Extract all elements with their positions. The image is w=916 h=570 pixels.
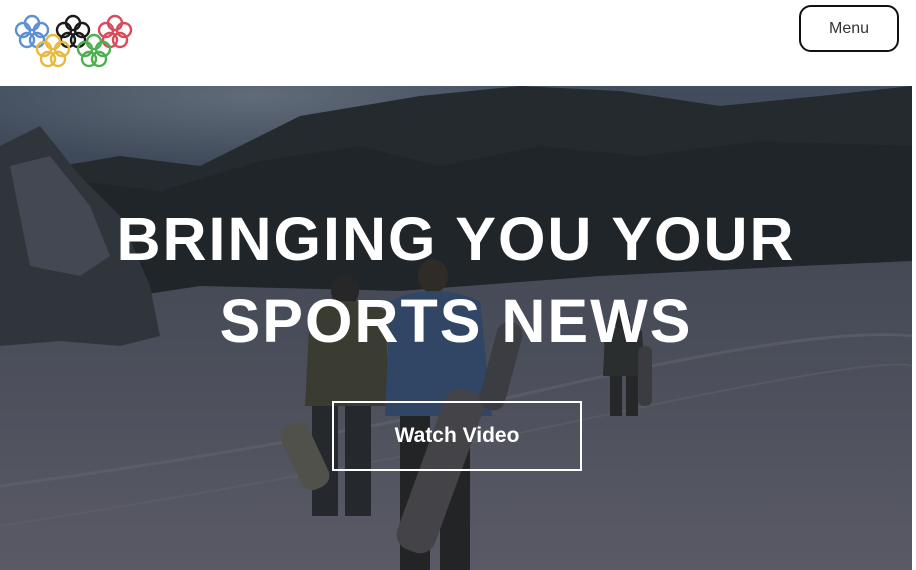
hero-section: BRINGING YOU YOUR SPORTS NEWS Watch Vide… bbox=[0, 86, 912, 570]
hero-title-line-1: BRINGING YOU YOUR bbox=[116, 205, 796, 273]
hero-title-line-2: SPORTS NEWS bbox=[219, 287, 693, 355]
menu-button[interactable]: Menu bbox=[799, 5, 899, 52]
site-header: Menu bbox=[0, 0, 916, 86]
hero-title: BRINGING YOU YOUR SPORTS NEWS bbox=[0, 198, 912, 362]
rings-logo-icon[interactable] bbox=[12, 10, 138, 72]
watch-video-button[interactable]: Watch Video bbox=[332, 401, 582, 471]
scrollbar-gutter bbox=[912, 86, 916, 570]
